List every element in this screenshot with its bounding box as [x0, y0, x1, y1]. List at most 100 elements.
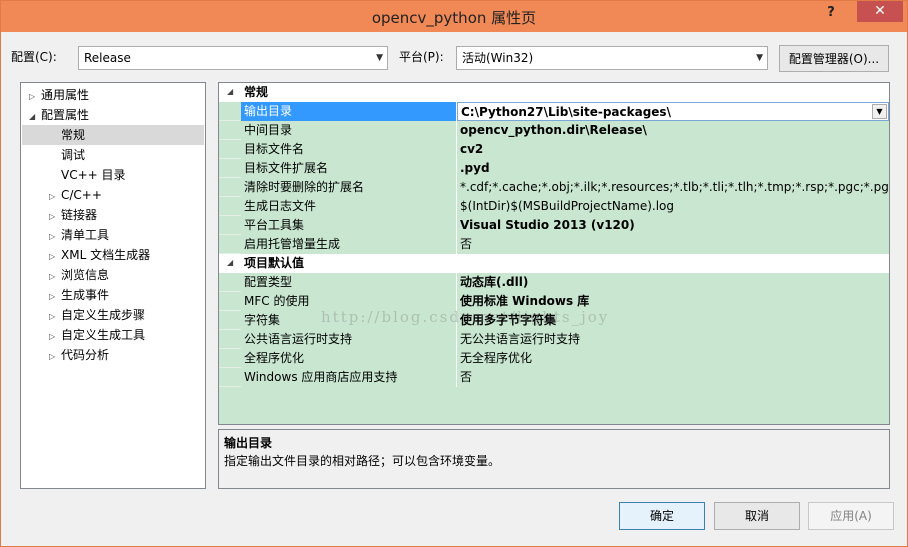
tree-item-label: C/C++ [61, 188, 102, 202]
expander-icon[interactable]: ▷ [49, 227, 61, 247]
tree-item[interactable]: ▷ 链接器 [49, 205, 97, 225]
property-grid[interactable]: ◢ 常规 输出目录 C:\Python27\Lib\site-packages\ ▼ 中间… [218, 82, 890, 425]
chevron-down-icon: ▼ [376, 53, 383, 63]
tree-item-label: VC++ 目录 [61, 168, 126, 182]
tree-item[interactable]: VC++ 目录 [61, 165, 126, 185]
tree-item[interactable]: ◢ 配置属性 [29, 105, 89, 125]
config-manager-button[interactable]: 配置管理器(O)... [779, 45, 889, 72]
tree-item[interactable]: 常规 [22, 125, 204, 145]
tree-item[interactable]: 调试 [61, 145, 85, 165]
property-name: 启用托管增量生成 [241, 235, 457, 254]
help-button[interactable]: ? [821, 2, 841, 24]
property-name: 公共语言运行时支持 [241, 330, 457, 349]
dropdown-arrow-icon[interactable]: ▼ [872, 104, 887, 119]
platform-select[interactable]: 活动(Win32) ▼ [456, 46, 768, 70]
chevron-down-icon: ▼ [756, 53, 763, 63]
property-row[interactable]: Windows 应用商店应用支持否 [219, 368, 889, 387]
property-category[interactable]: ◢ 项目默认值 [219, 254, 889, 273]
apply-button[interactable]: 应用(A) [808, 502, 894, 530]
category-tree[interactable]: ▷ 通用属性 ◢ 配置属性 常规 调试 VC++ 目录 ▷ C/C++ ▷ 链接器 ▷ 清单工具 ▷ XML… [20, 82, 206, 489]
expander-icon[interactable]: ▷ [49, 207, 61, 227]
expander-icon[interactable]: ◢ [29, 107, 41, 127]
tree-item-label: 生成事件 [61, 288, 110, 302]
property-value[interactable]: $(IntDir)$(MSBuildProjectName).log [457, 197, 889, 216]
tree-item[interactable]: ▷ 浏览信息 [49, 265, 109, 285]
watermark: http://blog.csdn.net/lights_joy [321, 308, 610, 326]
expander-icon[interactable]: ▷ [49, 247, 61, 267]
tree-item[interactable]: ▷ 清单工具 [49, 225, 109, 245]
description-title: 输出目录 [224, 436, 273, 450]
platform-select-value: 活动(Win32) [462, 51, 534, 65]
property-value-text: 动态库(.dll) [460, 275, 529, 289]
property-name: Windows 应用商店应用支持 [241, 368, 457, 387]
tree-item[interactable]: ▷ 生成事件 [49, 285, 109, 305]
platform-label: 平台(P): [399, 50, 444, 64]
config-label: 配置(C): [11, 50, 57, 64]
property-row[interactable]: 输出目录 C:\Python27\Lib\site-packages\ ▼ [219, 102, 889, 121]
expander-icon[interactable]: ▷ [49, 347, 61, 367]
expander-icon[interactable]: ▷ [49, 307, 61, 327]
category-label: 项目默认值 [244, 256, 305, 270]
expander-icon[interactable]: ▷ [29, 87, 41, 107]
tree-item-label: 链接器 [61, 208, 98, 222]
property-row[interactable]: 生成日志文件 $(IntDir)$(MSBuildProjectName).log [219, 197, 889, 216]
property-value[interactable]: 无全程序优化 [457, 349, 889, 368]
property-value[interactable]: 动态库(.dll) [457, 273, 889, 292]
property-value[interactable]: Visual Studio 2013 (v120) [457, 216, 889, 235]
property-value[interactable]: 无公共语言运行时支持 [457, 330, 889, 349]
property-name: 输出目录 [241, 102, 457, 121]
property-row[interactable]: 目标文件扩展名 .pyd [219, 159, 889, 178]
property-value[interactable]: opencv_python.dir\Release\ [457, 121, 889, 140]
property-value[interactable]: C:\Python27\Lib\site-packages\ ▼ [457, 102, 889, 121]
tree-item[interactable]: ▷ C/C++ [49, 185, 102, 205]
tree-item-label: XML 文档生成器 [61, 248, 151, 262]
property-value-text: *.cdf;*.cache;*.obj;*.ilk;*.resources;*.… [460, 180, 889, 194]
property-name: 目标文件名 [241, 140, 457, 159]
description-panel: 输出目录 指定输出文件目录的相对路径；可以包含环境变量。 [218, 429, 890, 489]
tree-item[interactable]: ▷ 自定义生成步骤 [49, 305, 145, 325]
cancel-button[interactable]: 取消 [714, 502, 800, 530]
title-bar[interactable]: opencv_python 属性页 ? ✕ [1, 1, 907, 32]
expander-icon[interactable]: ▷ [49, 287, 61, 307]
property-value[interactable]: cv2 [457, 140, 889, 159]
tree-item[interactable]: ▷ 自定义生成工具 [49, 325, 145, 345]
expander-icon[interactable]: ▷ [49, 267, 61, 287]
property-row[interactable]: 配置类型 动态库(.dll) [219, 273, 889, 292]
property-value-text: 否 [460, 237, 473, 251]
tree-item-label: 配置属性 [41, 108, 90, 122]
property-row[interactable]: 全程序优化 无全程序优化 [219, 349, 889, 368]
properties-dialog: opencv_python 属性页 ? ✕ 配置(C): Release ▼ 平… [0, 0, 908, 547]
property-value[interactable]: 否 [457, 235, 889, 254]
property-row[interactable]: 目标文件名 cv2 [219, 140, 889, 159]
property-name: 配置类型 [241, 273, 457, 292]
close-button[interactable]: ✕ [857, 1, 903, 22]
property-value-text: 否 [460, 370, 473, 384]
property-name: 中间目录 [241, 121, 457, 140]
property-name: 目标文件扩展名 [241, 159, 457, 178]
property-category[interactable]: ◢ 常规 [219, 83, 889, 102]
collapse-icon[interactable]: ◢ [227, 254, 233, 272]
property-value-text: C:\Python27\Lib\site-packages\ [461, 105, 671, 119]
property-row[interactable]: 清除时要删除的扩展名 *.cdf;*.cache;*.obj;*.ilk;*.re… [219, 178, 889, 197]
ok-button[interactable]: 确定 [619, 502, 705, 530]
description-text: 指定输出文件目录的相对路径；可以包含环境变量。 [224, 454, 501, 468]
property-value[interactable]: 否 [457, 368, 889, 387]
property-row[interactable]: 启用托管增量生成否 [219, 235, 889, 254]
expander-icon[interactable]: ▷ [49, 327, 61, 347]
tree-item[interactable]: ▷ 代码分析 [49, 345, 109, 365]
property-row[interactable]: 中间目录 opencv_python.dir\Release\ [219, 121, 889, 140]
property-value[interactable]: .pyd [457, 159, 889, 178]
tree-item[interactable]: ▷ XML 文档生成器 [49, 245, 150, 265]
property-name: 全程序优化 [241, 349, 457, 368]
property-row[interactable]: 平台工具集 Visual Studio 2013 (v120) [219, 216, 889, 235]
property-name: 清除时要删除的扩展名 [241, 178, 457, 197]
expander-icon[interactable]: ▷ [49, 187, 61, 207]
property-row[interactable]: 公共语言运行时支持 无公共语言运行时支持 [219, 330, 889, 349]
property-value[interactable]: *.cdf;*.cache;*.obj;*.ilk;*.resources;*.… [457, 178, 889, 197]
property-name: 平台工具集 [241, 216, 457, 235]
config-select[interactable]: Release ▼ [78, 46, 388, 70]
tree-item-label: 代码分析 [61, 348, 110, 362]
dialog-content: 配置(C): Release ▼ 平台(P): 活动(Win32) ▼ 配置管理… [9, 32, 899, 540]
tree-item[interactable]: ▷ 通用属性 [29, 85, 89, 105]
collapse-icon[interactable]: ◢ [227, 83, 233, 101]
